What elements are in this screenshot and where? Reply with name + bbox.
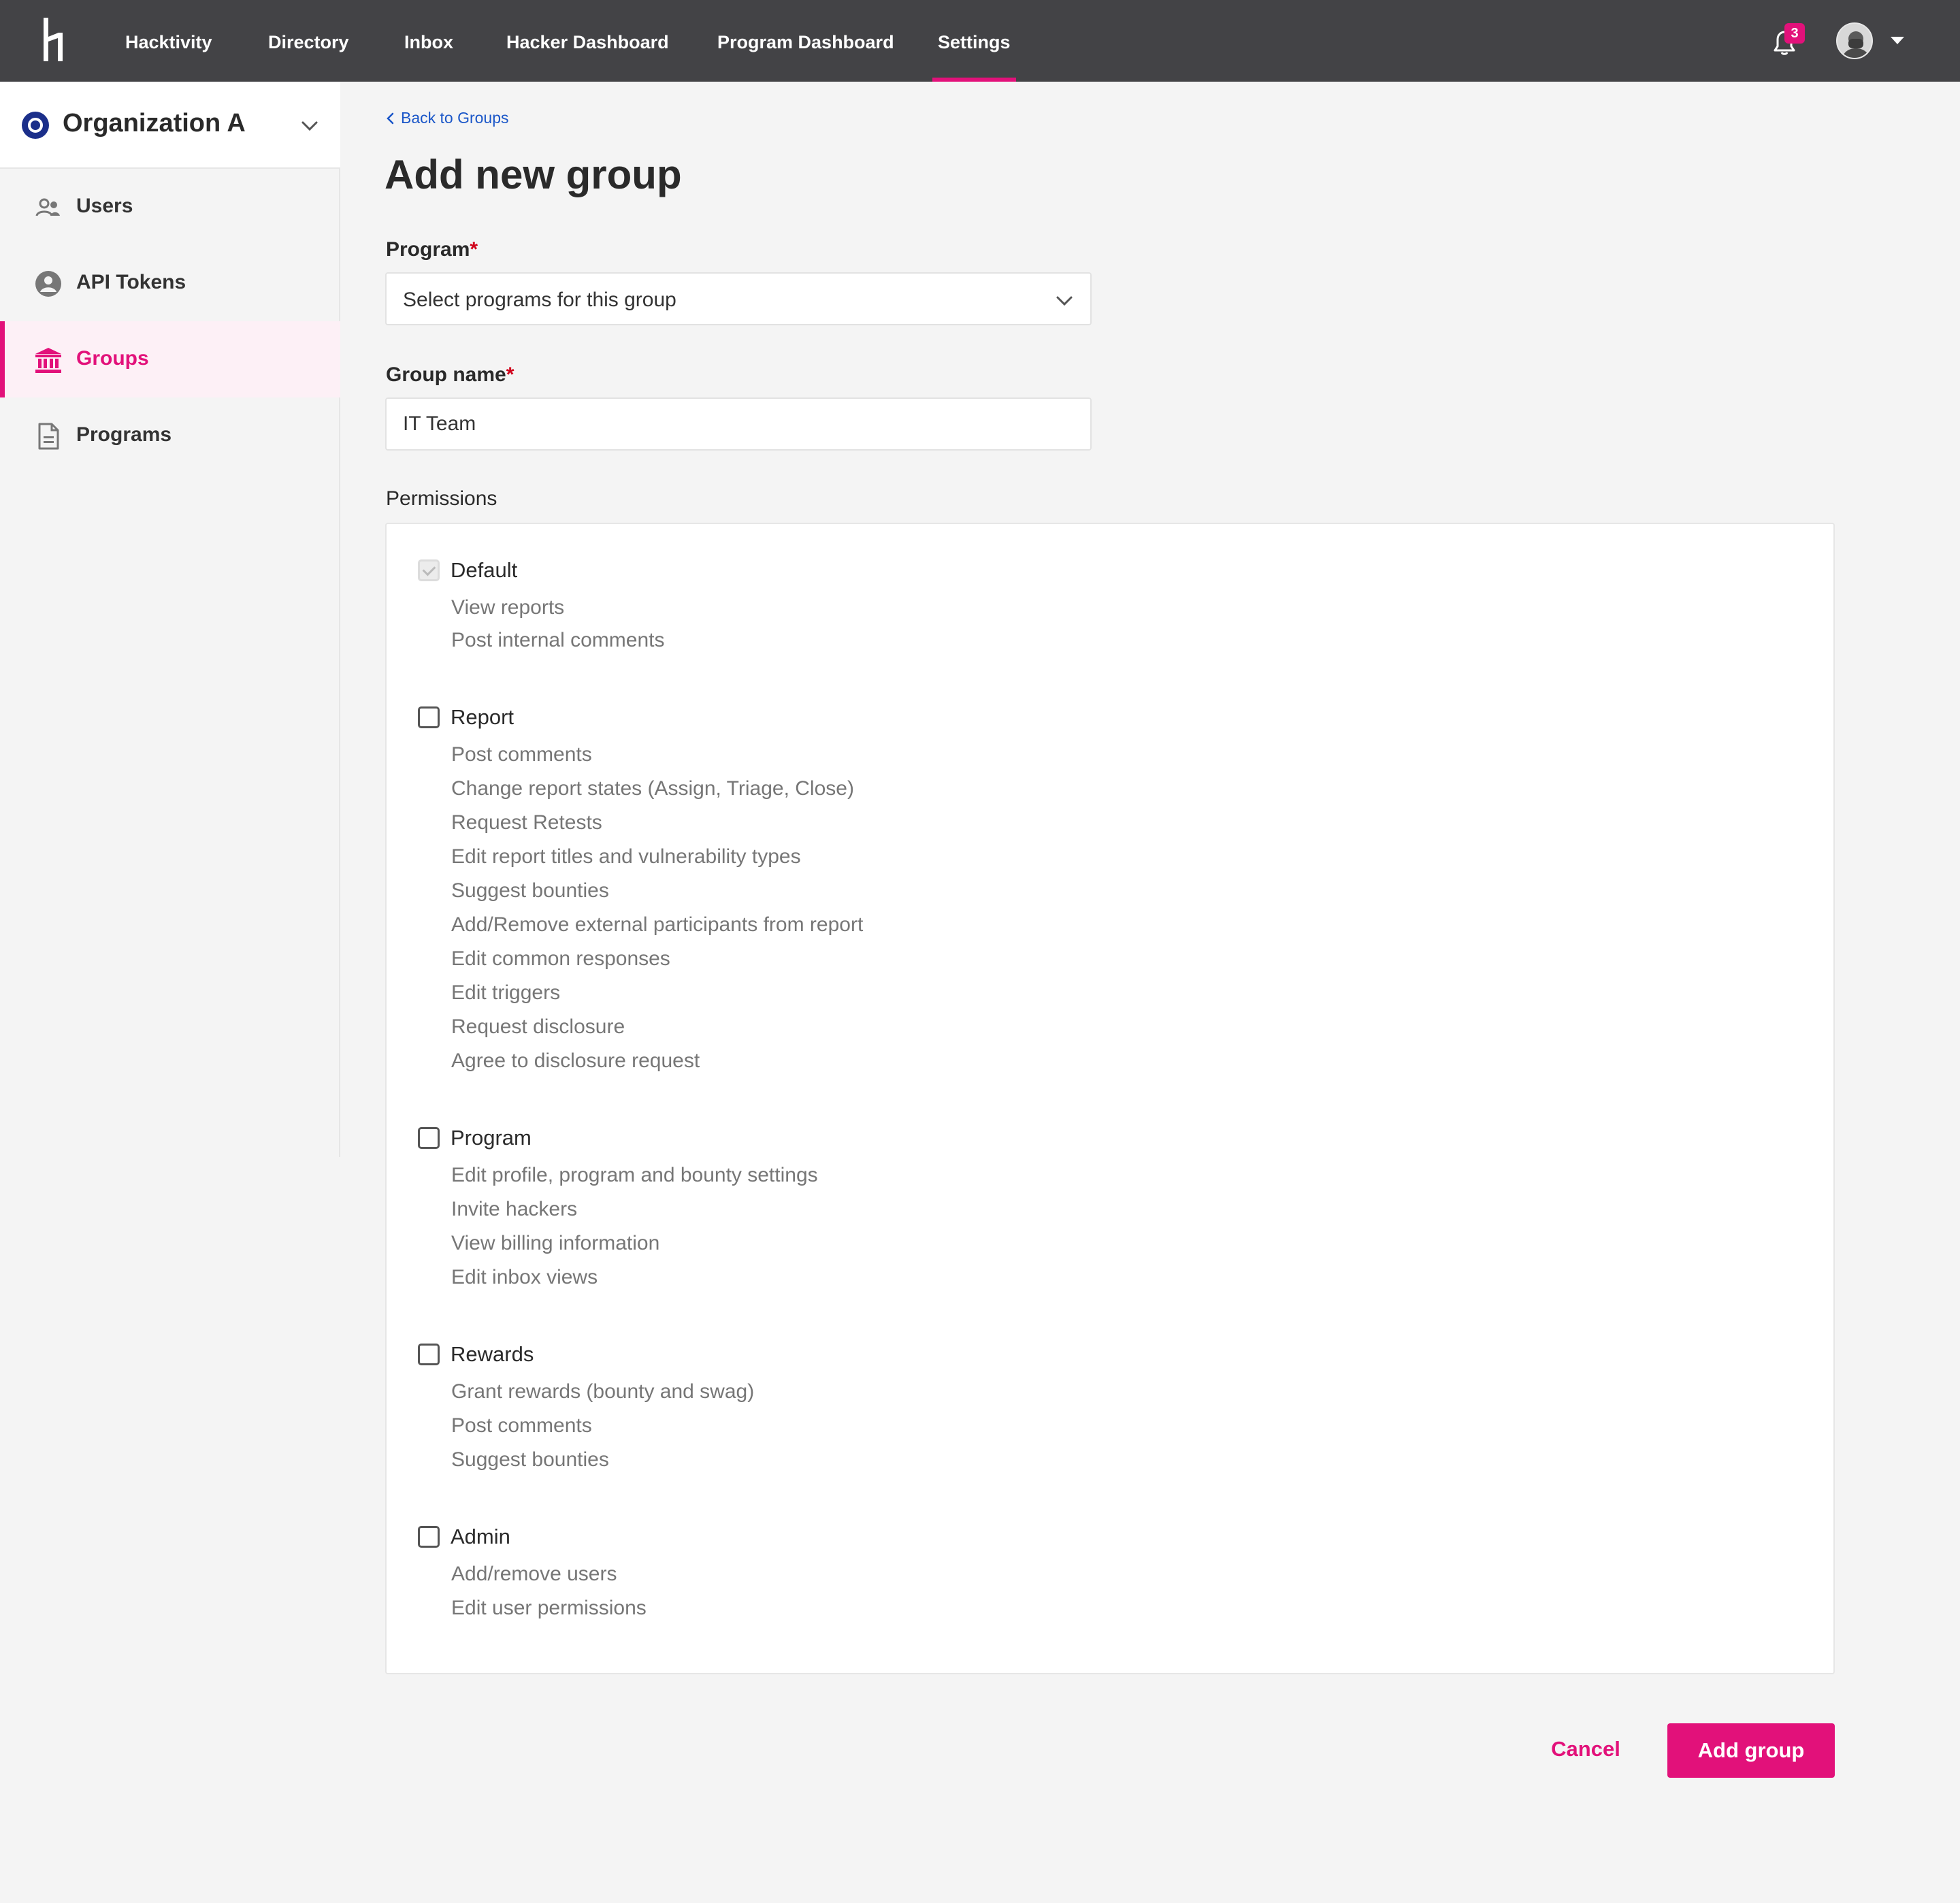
bank-icon: [35, 348, 61, 373]
required-marker: *: [506, 363, 514, 386]
chevron-down-icon: [1056, 296, 1073, 306]
permissions-panel: Default View reports Post internal comme…: [385, 523, 1835, 1674]
permission-item: Request disclosure: [451, 1015, 625, 1038]
nav-hacktivity[interactable]: Hacktivity: [125, 0, 212, 82]
avatar[interactable]: [1836, 22, 1873, 59]
sidebar-item-programs[interactable]: Programs: [0, 397, 340, 474]
permission-group-title: Admin: [451, 1525, 510, 1548]
permission-item: Edit common responses: [451, 947, 670, 970]
permission-item: Post comments: [451, 1414, 592, 1437]
document-icon: [38, 423, 59, 450]
report-checkbox[interactable]: [418, 706, 440, 728]
chevron-left-icon: [387, 112, 394, 124]
permission-group-title: Default: [451, 558, 518, 582]
permission-item: Edit report titles and vulnerability typ…: [451, 845, 801, 868]
org-name: Organization A: [63, 109, 246, 137]
permission-item: Add/remove users: [451, 1563, 617, 1585]
required-marker: *: [470, 238, 478, 261]
back-link-label: Back to Groups: [401, 109, 509, 127]
sidebar: Organization A Users API Tokens Groups P…: [0, 82, 340, 1157]
permission-group-program: Program: [418, 1126, 532, 1150]
program-checkbox[interactable]: [418, 1127, 440, 1149]
nav-settings-label: Settings: [938, 32, 1011, 52]
permission-item: View reports: [451, 596, 565, 619]
permission-group-report: Report: [418, 705, 514, 730]
rewards-checkbox[interactable]: [418, 1344, 440, 1365]
nav-inbox[interactable]: Inbox: [404, 0, 453, 82]
organization-logo-icon: [22, 112, 49, 139]
sidebar-item-label: Groups: [76, 347, 149, 370]
page-title: Add new group: [385, 152, 682, 197]
permission-item: Edit profile, program and bounty setting…: [451, 1164, 818, 1186]
permission-group-title: Program: [451, 1126, 532, 1150]
permission-item: Edit triggers: [451, 981, 561, 1004]
program-field-label: Program*: [386, 238, 478, 261]
permission-item: Suggest bounties: [451, 1448, 609, 1471]
permission-item: Edit user permissions: [451, 1597, 647, 1619]
permission-item: Edit inbox views: [451, 1266, 598, 1288]
permission-item: Suggest bounties: [451, 879, 609, 902]
default-checkbox: [418, 559, 440, 581]
admin-checkbox[interactable]: [418, 1526, 440, 1548]
top-navigation: Hacktivity Directory Inbox Hacker Dashbo…: [0, 0, 1960, 82]
caret-down-icon[interactable]: [1891, 37, 1904, 44]
permission-group-rewards: Rewards: [418, 1342, 534, 1367]
program-label-text: Program: [386, 238, 470, 261]
org-switcher[interactable]: Organization A: [0, 82, 340, 169]
group-name-field-label: Group name*: [386, 363, 514, 387]
permission-group-title: Rewards: [451, 1342, 534, 1366]
permission-item: Request Retests: [451, 811, 602, 834]
nav-directory[interactable]: Directory: [268, 0, 349, 82]
back-to-groups-link[interactable]: Back to Groups: [386, 109, 509, 127]
user-avatar-icon: [1838, 24, 1872, 58]
sidebar-item-label: Users: [76, 195, 133, 217]
nav-hacker-dashboard[interactable]: Hacker Dashboard: [506, 0, 669, 82]
permission-group-default: Default: [418, 558, 517, 583]
program-select-placeholder: Select programs for this group: [403, 289, 676, 311]
sidebar-item-label: Programs: [76, 423, 172, 446]
group-name-label-text: Group name: [386, 363, 506, 386]
permission-item: Invite hackers: [451, 1198, 578, 1220]
permission-item: Post comments: [451, 743, 592, 766]
program-select[interactable]: Select programs for this group: [385, 272, 1092, 325]
users-icon: [35, 198, 60, 216]
permission-item: Post internal comments: [451, 629, 665, 651]
user-circle-icon: [35, 271, 61, 297]
sidebar-item-label: API Tokens: [76, 271, 186, 293]
sidebar-item-users[interactable]: Users: [0, 169, 340, 245]
nav-program-dashboard[interactable]: Program Dashboard: [717, 0, 894, 82]
permissions-heading: Permissions: [386, 487, 497, 510]
permission-group-title: Report: [451, 705, 514, 729]
hackerone-logo[interactable]: [39, 18, 67, 61]
permission-item: Agree to disclosure request: [451, 1050, 700, 1072]
permission-group-admin: Admin: [418, 1525, 510, 1549]
chevron-down-icon[interactable]: [299, 116, 320, 136]
permission-item: View billing information: [451, 1232, 660, 1254]
sidebar-item-groups[interactable]: Groups: [0, 321, 340, 397]
sidebar-item-api-tokens[interactable]: API Tokens: [0, 245, 340, 321]
permission-item: Grant rewards (bounty and swag): [451, 1380, 755, 1403]
add-group-button[interactable]: Add group: [1667, 1723, 1835, 1778]
cancel-button[interactable]: Cancel: [1538, 1722, 1633, 1776]
group-name-input[interactable]: [385, 397, 1092, 451]
permission-item: Add/Remove external participants from re…: [451, 913, 864, 936]
divider: [14, 82, 327, 84]
notification-count-badge: 3: [1784, 23, 1805, 44]
nav-settings[interactable]: Settings: [932, 0, 1015, 82]
permission-item: Change report states (Assign, Triage, Cl…: [451, 777, 854, 800]
